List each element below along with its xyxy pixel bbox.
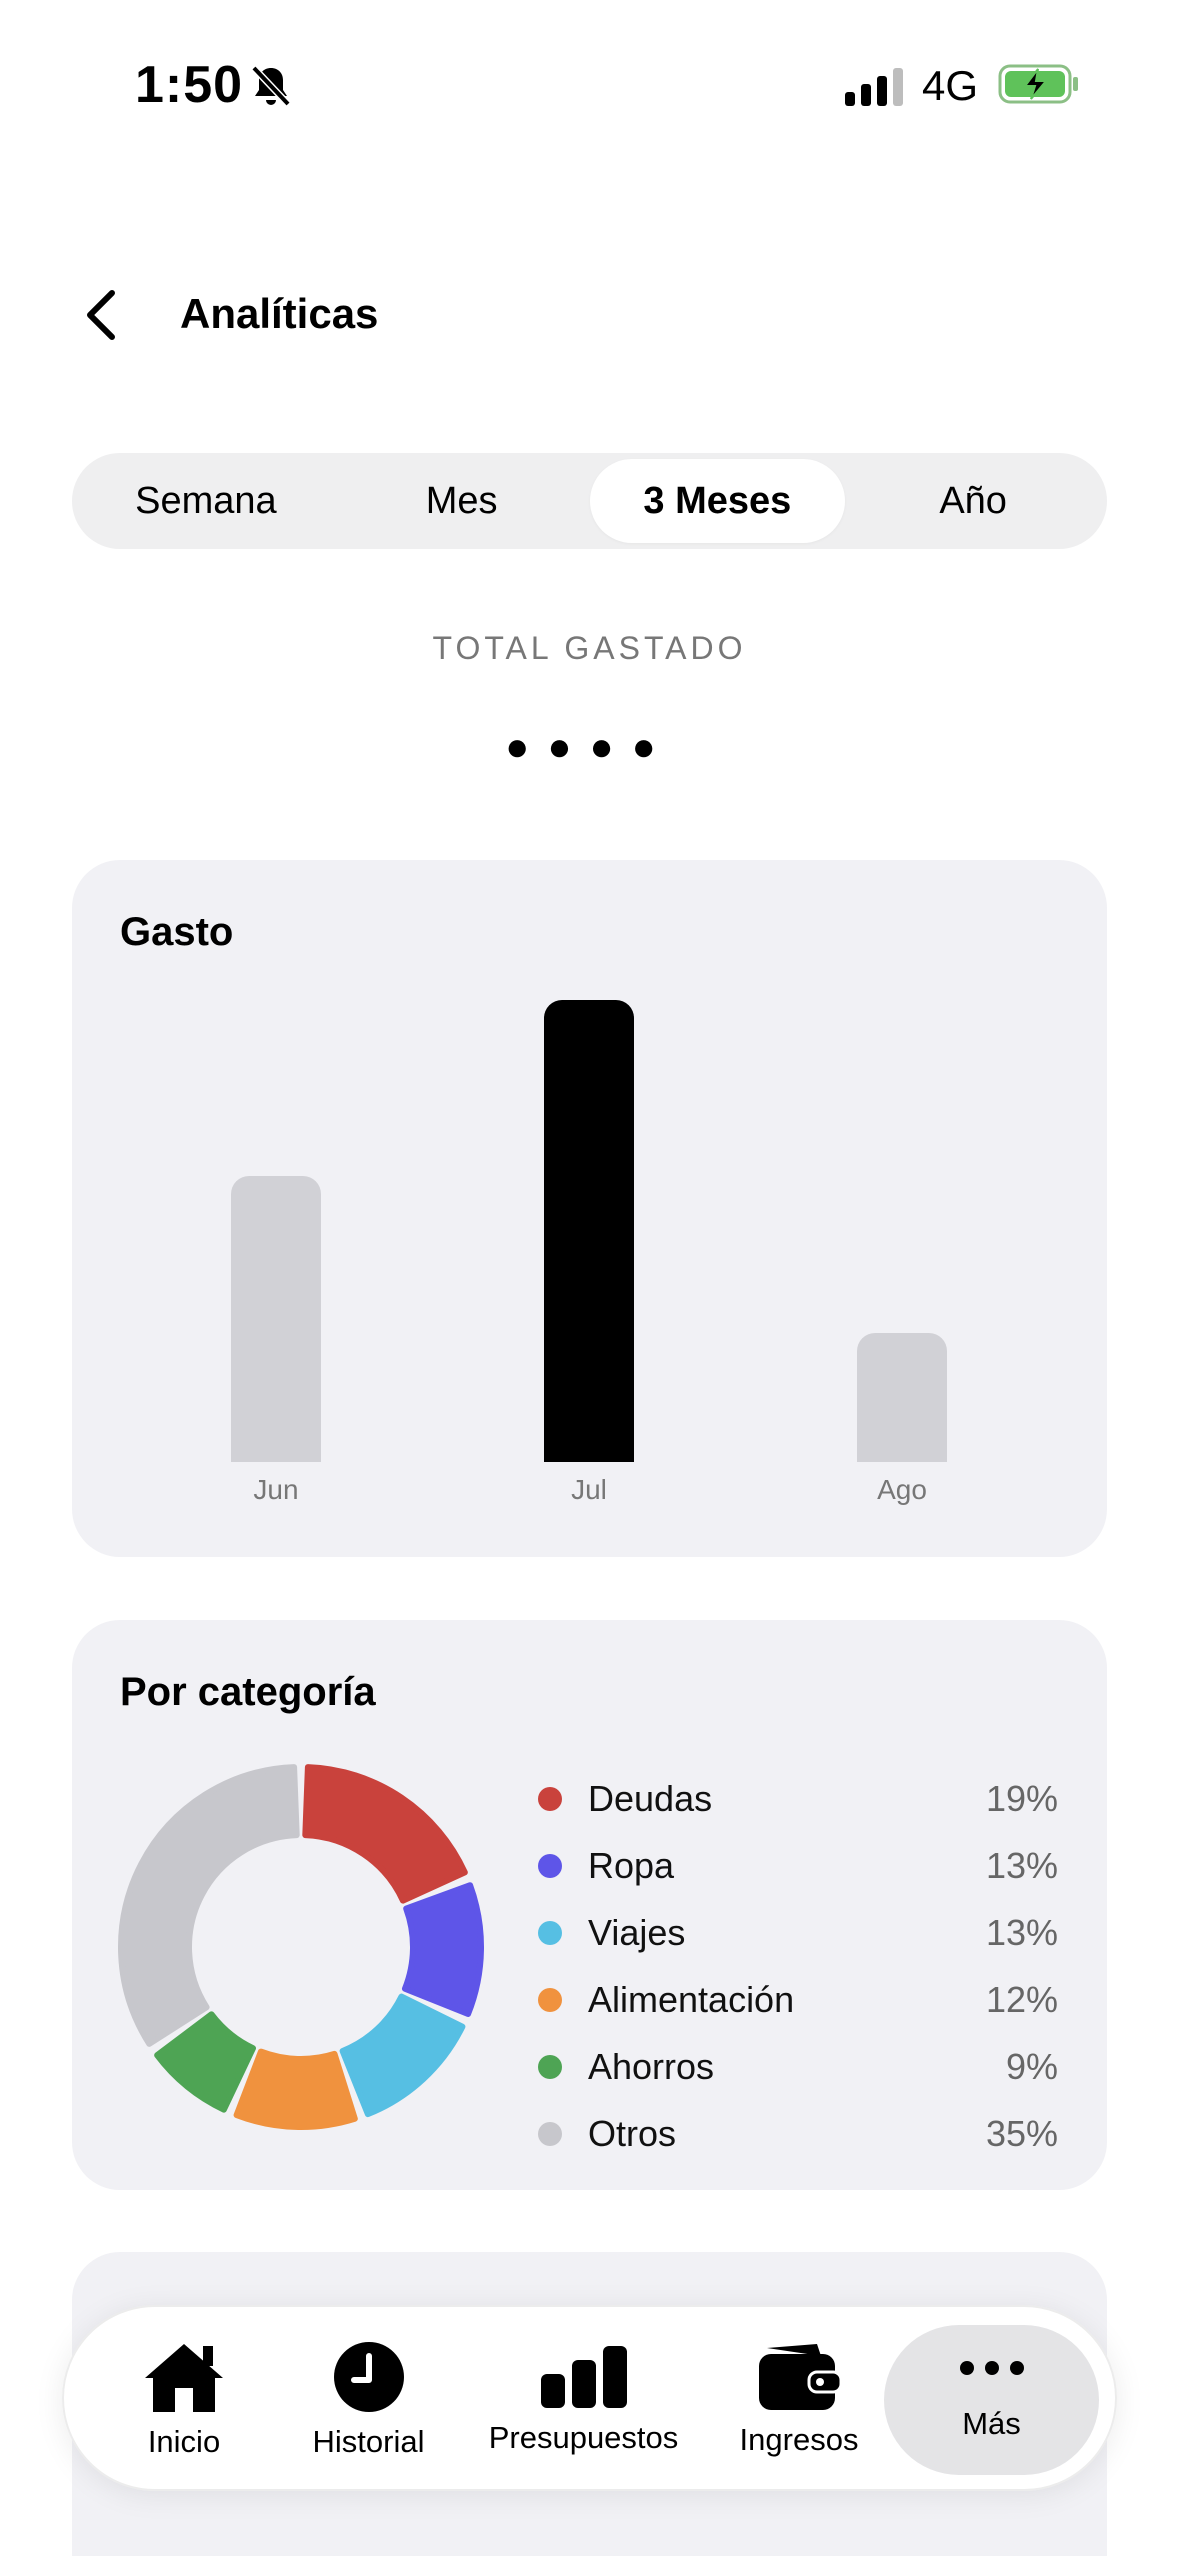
tab-presupuestos[interactable]: Presupuestos <box>476 2325 691 2475</box>
total-spent-label: TOTAL GASTADO <box>432 630 747 666</box>
donut-slice-alimentación[interactable] <box>233 2048 358 2130</box>
period-segmented-control: Semana Mes 3 Meses Año <box>72 453 1107 549</box>
donut-slice-otros[interactable] <box>118 1764 300 2047</box>
segment-week[interactable]: Semana <box>78 459 334 543</box>
legend-category-name: Ropa <box>588 1844 675 1886</box>
legend-category-name: Alimentación <box>588 1978 795 2020</box>
legend-category-name: Ahorros <box>588 2045 715 2087</box>
legend-color-dot <box>538 2121 562 2146</box>
status-bar: 1:50 4G <box>0 0 1179 170</box>
legend-row[interactable]: Alimentación 12% <box>538 1966 1058 2033</box>
legend-row[interactable]: Viajes 13% <box>538 1899 1058 1966</box>
status-time: 1:50 <box>135 56 244 114</box>
legend-row[interactable]: Ropa 13% <box>538 1832 1058 1899</box>
segment-3-months[interactable]: 3 Meses <box>589 459 846 543</box>
legend-percentage: 13% <box>985 1911 1058 1953</box>
tab-label: Inicio <box>147 2424 221 2459</box>
legend-category-name: Viajes <box>588 1911 686 1953</box>
bar-chart-icon <box>540 2346 627 2408</box>
legend-color-dot <box>538 1853 562 1878</box>
tab-label: Presupuestos <box>488 2420 679 2455</box>
legend-color-dot <box>538 1920 562 1945</box>
legend-color-dot <box>538 2054 562 2079</box>
signal-icon <box>845 68 903 106</box>
tab-mas[interactable]: Más <box>884 2325 1099 2475</box>
legend-color-dot <box>538 1987 562 2012</box>
ellipsis-icon <box>959 2361 1024 2375</box>
tab-historial[interactable]: Historial <box>286 2325 451 2475</box>
bar-jul[interactable] <box>544 1000 634 1462</box>
tab-bar: Inicio Historial Presupuestos Ingresos M… <box>62 2305 1117 2491</box>
legend-percentage: 12% <box>985 1978 1058 2020</box>
tab-ingresos[interactable]: Ingresos <box>724 2325 874 2475</box>
house-icon <box>145 2344 223 2412</box>
donut-slice-deudas[interactable] <box>302 1764 468 1904</box>
spending-bar-chart: Jun Jul Ago <box>72 860 1107 1557</box>
legend-percentage: 13% <box>985 1844 1058 1886</box>
bar-label-ago: Ago <box>877 1474 927 1505</box>
legend-percentage: 19% <box>985 1777 1058 1819</box>
tab-inicio[interactable]: Inicio <box>104 2325 264 2475</box>
tab-label: Ingresos <box>739 2422 859 2457</box>
legend-category-name: Otros <box>588 2112 677 2154</box>
wallet-icon <box>759 2344 841 2410</box>
donut-slice-ropa[interactable] <box>401 1882 484 2018</box>
legend-category-name: Deudas <box>588 1777 713 1819</box>
tab-label: Historial <box>312 2424 425 2459</box>
battery-charging-icon <box>998 64 1078 104</box>
bar-jun[interactable] <box>231 1175 321 1462</box>
legend-color-dot <box>538 1786 562 1811</box>
legend-percentage: 35% <box>985 2112 1058 2154</box>
total-spent-value-hidden[interactable]: ●●●● <box>0 725 1179 770</box>
back-chevron-icon[interactable] <box>78 285 128 345</box>
legend-percentage: 9% <box>1005 2045 1058 2087</box>
spending-card: Gasto Jun Jul Ago <box>72 860 1107 1557</box>
legend-row[interactable]: Otros 35% <box>538 2100 1058 2167</box>
network-type: 4G <box>922 62 979 109</box>
bar-label-jul: Jul <box>571 1474 607 1505</box>
clock-icon <box>333 2342 404 2412</box>
category-card-title: Por categoría <box>120 1670 376 1714</box>
category-card: Por categoría Deudas 19% Ropa 13% Viajes 13% A… <box>72 1620 1107 2190</box>
bar-ago[interactable] <box>857 1332 947 1462</box>
bar-label-jun: Jun <box>253 1474 299 1505</box>
tab-label: Más <box>962 2406 1021 2441</box>
legend-row[interactable]: Deudas 19% <box>538 1765 1058 1832</box>
category-donut-chart <box>118 1764 484 2130</box>
segment-year[interactable]: Año <box>845 459 1101 543</box>
segment-month[interactable]: Mes <box>334 459 590 543</box>
legend-row[interactable]: Ahorros 9% <box>538 2033 1058 2100</box>
bell-slash-icon <box>251 65 291 107</box>
category-legend: Deudas 19% Ropa 13% Viajes 13% Alimentación 12%… <box>538 1765 1058 2167</box>
page-title: Analíticas <box>180 290 379 337</box>
donut-slice-viajes[interactable] <box>339 1993 466 2118</box>
